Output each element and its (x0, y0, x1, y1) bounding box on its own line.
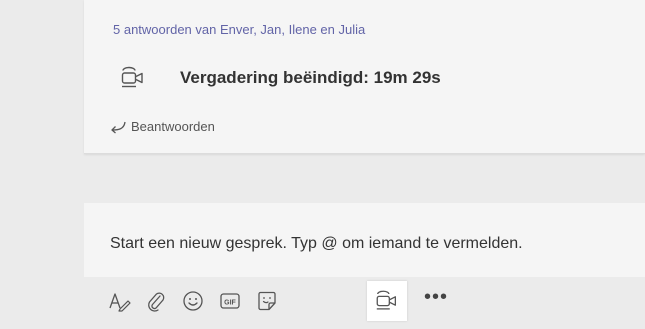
reply-arrow-icon (110, 120, 126, 134)
meet-now-button[interactable] (367, 281, 407, 321)
compose-toolbar: GIF ••• (100, 281, 560, 321)
replies-summary-link[interactable]: 5 antwoorden van Enver, Jan, Ilene en Ju… (113, 22, 365, 37)
more-options-button[interactable]: ••• (416, 281, 456, 321)
meeting-ended-row: Vergadering beëindigd: 19m 29s (113, 64, 633, 92)
reply-label: Beantwoorden (131, 119, 215, 134)
format-icon (108, 290, 132, 312)
meet-now-icon (374, 289, 400, 313)
gif-label: GIF (224, 299, 236, 306)
meeting-ended-text: Vergadering beëindigd: 19m 29s (180, 68, 441, 87)
sticker-button[interactable] (247, 281, 287, 321)
video-camera-icon (119, 66, 147, 90)
attach-button[interactable] (136, 281, 176, 321)
emoji-icon (182, 290, 204, 312)
gif-button[interactable]: GIF (210, 281, 250, 321)
new-conversation-input[interactable] (110, 232, 645, 256)
emoji-button[interactable] (173, 281, 213, 321)
more-options-icon: ••• (423, 286, 448, 308)
format-button[interactable] (100, 281, 140, 321)
reply-button[interactable]: Beantwoorden (110, 118, 310, 138)
attach-icon (146, 290, 166, 312)
gif-icon: GIF (219, 291, 241, 311)
sticker-icon (256, 290, 278, 312)
